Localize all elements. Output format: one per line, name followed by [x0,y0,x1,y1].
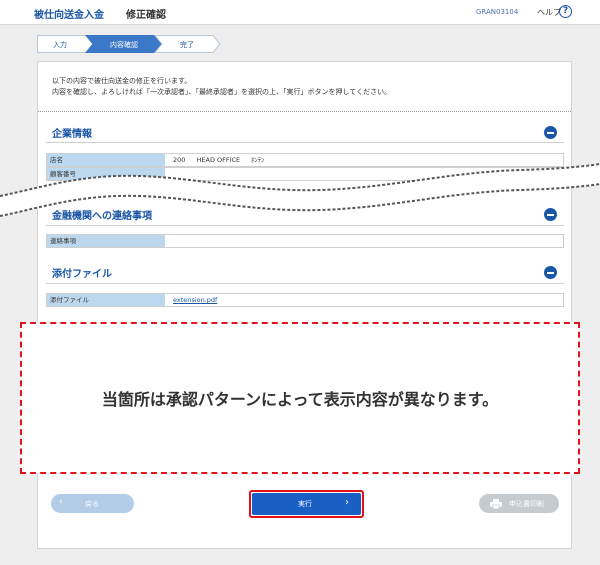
section-divider [46,225,564,226]
section-divider [46,283,564,284]
row-notes: 連絡事項 [46,234,564,248]
back-button-label: 戻る [85,500,99,508]
intro-divider [38,111,571,112]
content-break-divider [0,163,600,217]
chevron-left-icon: ‹ [59,497,63,507]
content-card: 以下の内容で被仕向送金の修正を行います。 内容を確認し、よろしければ「一次承認者… [37,61,572,549]
approval-pattern-notice: 当箇所は承認パターンによって表示内容が異なります。 [20,322,580,474]
row-attachment: 添付ファイル extension.pdf [46,293,564,307]
notice-text: 当箇所は承認パターンによって表示内容が異なります。 [101,390,499,409]
section-title-attachments: 添付ファイル [52,269,112,280]
intro-text: 以下の内容で被仕向送金の修正を行います。 内容を確認し、よろしければ「一次承認者… [52,76,391,98]
row-label: 連絡事項 [47,235,165,247]
execute-button[interactable]: 実行 › [252,493,361,515]
step-complete: 完了 [180,40,194,49]
screen-id: GRAN03104 [476,8,519,16]
page-title: 被仕向送金入金 [34,10,104,21]
print-application-button[interactable]: 申込書印刷 [479,494,559,513]
collapse-company-icon[interactable] [544,126,557,139]
printer-icon [490,499,502,509]
step-indicator: 入力 内容確認 完了 [37,35,227,53]
back-button[interactable]: ‹ 戻る [51,494,134,513]
step-input: 入力 [53,40,67,49]
row-value: extension.pdf [173,294,226,306]
execute-button-label: 実行 [298,500,312,508]
intro-line-1: 以下の内容で被仕向送金の修正を行います。 [52,77,192,85]
row-label: 添付ファイル [47,294,165,306]
attachment-link[interactable]: extension.pdf [173,296,217,304]
section-title-company: 企業情報 [52,129,92,140]
chevron-right-icon: › [345,497,349,508]
print-button-label: 申込書印刷 [509,500,544,508]
page-subtitle: 修正確認 [126,10,166,21]
collapse-attachments-icon[interactable] [544,266,557,279]
step-confirm: 内容確認 [110,40,138,49]
help-icon[interactable]: ? [559,5,572,18]
header-bar: 被仕向送金入金 修正確認 GRAN03104 ヘルプ ? [0,0,600,25]
section-divider [46,142,564,143]
help-link[interactable]: ヘルプ [537,7,561,18]
intro-line-2: 内容を確認し、よろしければ「一次承認者」、「最終承認者」を選択の上、「実行」ボタ… [52,88,392,96]
